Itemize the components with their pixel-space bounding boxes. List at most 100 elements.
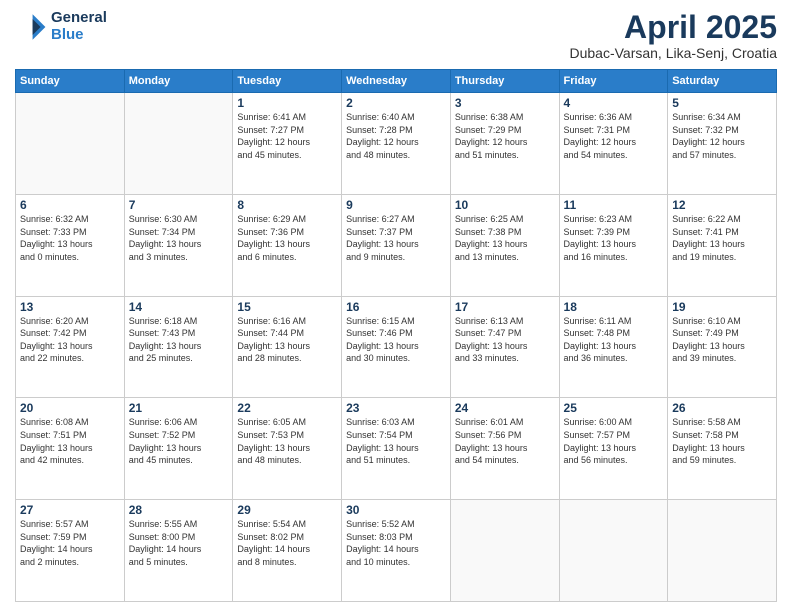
title-block: April 2025 Dubac-Varsan, Lika-Senj, Croa… bbox=[569, 10, 777, 61]
table-row: 22Sunrise: 6:05 AM Sunset: 7:53 PM Dayli… bbox=[233, 398, 342, 500]
location: Dubac-Varsan, Lika-Senj, Croatia bbox=[569, 45, 777, 61]
table-row: 9Sunrise: 6:27 AM Sunset: 7:37 PM Daylig… bbox=[342, 194, 451, 296]
day-info: Sunrise: 6:40 AM Sunset: 7:28 PM Dayligh… bbox=[346, 111, 446, 161]
table-row: 19Sunrise: 6:10 AM Sunset: 7:49 PM Dayli… bbox=[668, 296, 777, 398]
day-number: 16 bbox=[346, 300, 446, 314]
table-row bbox=[450, 500, 559, 602]
table-row: 11Sunrise: 6:23 AM Sunset: 7:39 PM Dayli… bbox=[559, 194, 668, 296]
calendar-week-row: 1Sunrise: 6:41 AM Sunset: 7:27 PM Daylig… bbox=[16, 93, 777, 195]
day-info: Sunrise: 6:23 AM Sunset: 7:39 PM Dayligh… bbox=[564, 213, 664, 263]
day-number: 27 bbox=[20, 503, 120, 517]
day-number: 22 bbox=[237, 401, 337, 415]
day-number: 29 bbox=[237, 503, 337, 517]
day-info: Sunrise: 6:00 AM Sunset: 7:57 PM Dayligh… bbox=[564, 416, 664, 466]
day-info: Sunrise: 6:03 AM Sunset: 7:54 PM Dayligh… bbox=[346, 416, 446, 466]
day-info: Sunrise: 6:32 AM Sunset: 7:33 PM Dayligh… bbox=[20, 213, 120, 263]
day-number: 18 bbox=[564, 300, 664, 314]
day-info: Sunrise: 5:55 AM Sunset: 8:00 PM Dayligh… bbox=[129, 518, 229, 568]
page: General Blue April 2025 Dubac-Varsan, Li… bbox=[0, 0, 792, 612]
day-number: 3 bbox=[455, 96, 555, 110]
day-info: Sunrise: 5:52 AM Sunset: 8:03 PM Dayligh… bbox=[346, 518, 446, 568]
header: General Blue April 2025 Dubac-Varsan, Li… bbox=[15, 10, 777, 61]
day-number: 26 bbox=[672, 401, 772, 415]
day-number: 25 bbox=[564, 401, 664, 415]
table-row: 4Sunrise: 6:36 AM Sunset: 7:31 PM Daylig… bbox=[559, 93, 668, 195]
day-info: Sunrise: 5:54 AM Sunset: 8:02 PM Dayligh… bbox=[237, 518, 337, 568]
day-info: Sunrise: 6:16 AM Sunset: 7:44 PM Dayligh… bbox=[237, 315, 337, 365]
day-number: 4 bbox=[564, 96, 664, 110]
table-row: 24Sunrise: 6:01 AM Sunset: 7:56 PM Dayli… bbox=[450, 398, 559, 500]
logo: General Blue bbox=[15, 10, 107, 43]
table-row: 26Sunrise: 5:58 AM Sunset: 7:58 PM Dayli… bbox=[668, 398, 777, 500]
day-number: 24 bbox=[455, 401, 555, 415]
day-info: Sunrise: 6:05 AM Sunset: 7:53 PM Dayligh… bbox=[237, 416, 337, 466]
logo-text: General Blue bbox=[51, 10, 107, 43]
day-info: Sunrise: 6:25 AM Sunset: 7:38 PM Dayligh… bbox=[455, 213, 555, 263]
col-wednesday: Wednesday bbox=[342, 70, 451, 93]
day-number: 21 bbox=[129, 401, 229, 415]
table-row: 25Sunrise: 6:00 AM Sunset: 7:57 PM Dayli… bbox=[559, 398, 668, 500]
table-row bbox=[559, 500, 668, 602]
table-row: 8Sunrise: 6:29 AM Sunset: 7:36 PM Daylig… bbox=[233, 194, 342, 296]
calendar-header-row: Sunday Monday Tuesday Wednesday Thursday… bbox=[16, 70, 777, 93]
day-info: Sunrise: 5:58 AM Sunset: 7:58 PM Dayligh… bbox=[672, 416, 772, 466]
day-number: 20 bbox=[20, 401, 120, 415]
table-row: 28Sunrise: 5:55 AM Sunset: 8:00 PM Dayli… bbox=[124, 500, 233, 602]
day-number: 5 bbox=[672, 96, 772, 110]
day-number: 17 bbox=[455, 300, 555, 314]
day-number: 11 bbox=[564, 198, 664, 212]
day-info: Sunrise: 6:22 AM Sunset: 7:41 PM Dayligh… bbox=[672, 213, 772, 263]
day-number: 15 bbox=[237, 300, 337, 314]
day-info: Sunrise: 5:57 AM Sunset: 7:59 PM Dayligh… bbox=[20, 518, 120, 568]
table-row: 18Sunrise: 6:11 AM Sunset: 7:48 PM Dayli… bbox=[559, 296, 668, 398]
table-row: 7Sunrise: 6:30 AM Sunset: 7:34 PM Daylig… bbox=[124, 194, 233, 296]
calendar-week-row: 13Sunrise: 6:20 AM Sunset: 7:42 PM Dayli… bbox=[16, 296, 777, 398]
table-row: 16Sunrise: 6:15 AM Sunset: 7:46 PM Dayli… bbox=[342, 296, 451, 398]
day-info: Sunrise: 6:20 AM Sunset: 7:42 PM Dayligh… bbox=[20, 315, 120, 365]
col-saturday: Saturday bbox=[668, 70, 777, 93]
table-row: 14Sunrise: 6:18 AM Sunset: 7:43 PM Dayli… bbox=[124, 296, 233, 398]
table-row: 20Sunrise: 6:08 AM Sunset: 7:51 PM Dayli… bbox=[16, 398, 125, 500]
logo-icon bbox=[15, 11, 47, 43]
day-info: Sunrise: 6:13 AM Sunset: 7:47 PM Dayligh… bbox=[455, 315, 555, 365]
day-info: Sunrise: 6:30 AM Sunset: 7:34 PM Dayligh… bbox=[129, 213, 229, 263]
table-row: 23Sunrise: 6:03 AM Sunset: 7:54 PM Dayli… bbox=[342, 398, 451, 500]
table-row: 30Sunrise: 5:52 AM Sunset: 8:03 PM Dayli… bbox=[342, 500, 451, 602]
month-title: April 2025 bbox=[569, 10, 777, 45]
day-info: Sunrise: 6:06 AM Sunset: 7:52 PM Dayligh… bbox=[129, 416, 229, 466]
calendar-week-row: 6Sunrise: 6:32 AM Sunset: 7:33 PM Daylig… bbox=[16, 194, 777, 296]
table-row: 10Sunrise: 6:25 AM Sunset: 7:38 PM Dayli… bbox=[450, 194, 559, 296]
table-row bbox=[16, 93, 125, 195]
day-info: Sunrise: 6:11 AM Sunset: 7:48 PM Dayligh… bbox=[564, 315, 664, 365]
table-row: 21Sunrise: 6:06 AM Sunset: 7:52 PM Dayli… bbox=[124, 398, 233, 500]
day-info: Sunrise: 6:41 AM Sunset: 7:27 PM Dayligh… bbox=[237, 111, 337, 161]
table-row: 2Sunrise: 6:40 AM Sunset: 7:28 PM Daylig… bbox=[342, 93, 451, 195]
calendar-week-row: 27Sunrise: 5:57 AM Sunset: 7:59 PM Dayli… bbox=[16, 500, 777, 602]
day-number: 2 bbox=[346, 96, 446, 110]
table-row bbox=[124, 93, 233, 195]
table-row bbox=[668, 500, 777, 602]
day-number: 8 bbox=[237, 198, 337, 212]
day-info: Sunrise: 6:34 AM Sunset: 7:32 PM Dayligh… bbox=[672, 111, 772, 161]
day-info: Sunrise: 6:08 AM Sunset: 7:51 PM Dayligh… bbox=[20, 416, 120, 466]
col-monday: Monday bbox=[124, 70, 233, 93]
day-number: 7 bbox=[129, 198, 229, 212]
day-info: Sunrise: 6:29 AM Sunset: 7:36 PM Dayligh… bbox=[237, 213, 337, 263]
table-row: 17Sunrise: 6:13 AM Sunset: 7:47 PM Dayli… bbox=[450, 296, 559, 398]
day-number: 30 bbox=[346, 503, 446, 517]
table-row: 5Sunrise: 6:34 AM Sunset: 7:32 PM Daylig… bbox=[668, 93, 777, 195]
table-row: 29Sunrise: 5:54 AM Sunset: 8:02 PM Dayli… bbox=[233, 500, 342, 602]
day-number: 1 bbox=[237, 96, 337, 110]
day-number: 13 bbox=[20, 300, 120, 314]
day-info: Sunrise: 6:36 AM Sunset: 7:31 PM Dayligh… bbox=[564, 111, 664, 161]
table-row: 3Sunrise: 6:38 AM Sunset: 7:29 PM Daylig… bbox=[450, 93, 559, 195]
day-info: Sunrise: 6:01 AM Sunset: 7:56 PM Dayligh… bbox=[455, 416, 555, 466]
day-number: 6 bbox=[20, 198, 120, 212]
day-info: Sunrise: 6:15 AM Sunset: 7:46 PM Dayligh… bbox=[346, 315, 446, 365]
day-info: Sunrise: 6:10 AM Sunset: 7:49 PM Dayligh… bbox=[672, 315, 772, 365]
day-number: 10 bbox=[455, 198, 555, 212]
table-row: 1Sunrise: 6:41 AM Sunset: 7:27 PM Daylig… bbox=[233, 93, 342, 195]
day-number: 9 bbox=[346, 198, 446, 212]
day-number: 23 bbox=[346, 401, 446, 415]
table-row: 12Sunrise: 6:22 AM Sunset: 7:41 PM Dayli… bbox=[668, 194, 777, 296]
